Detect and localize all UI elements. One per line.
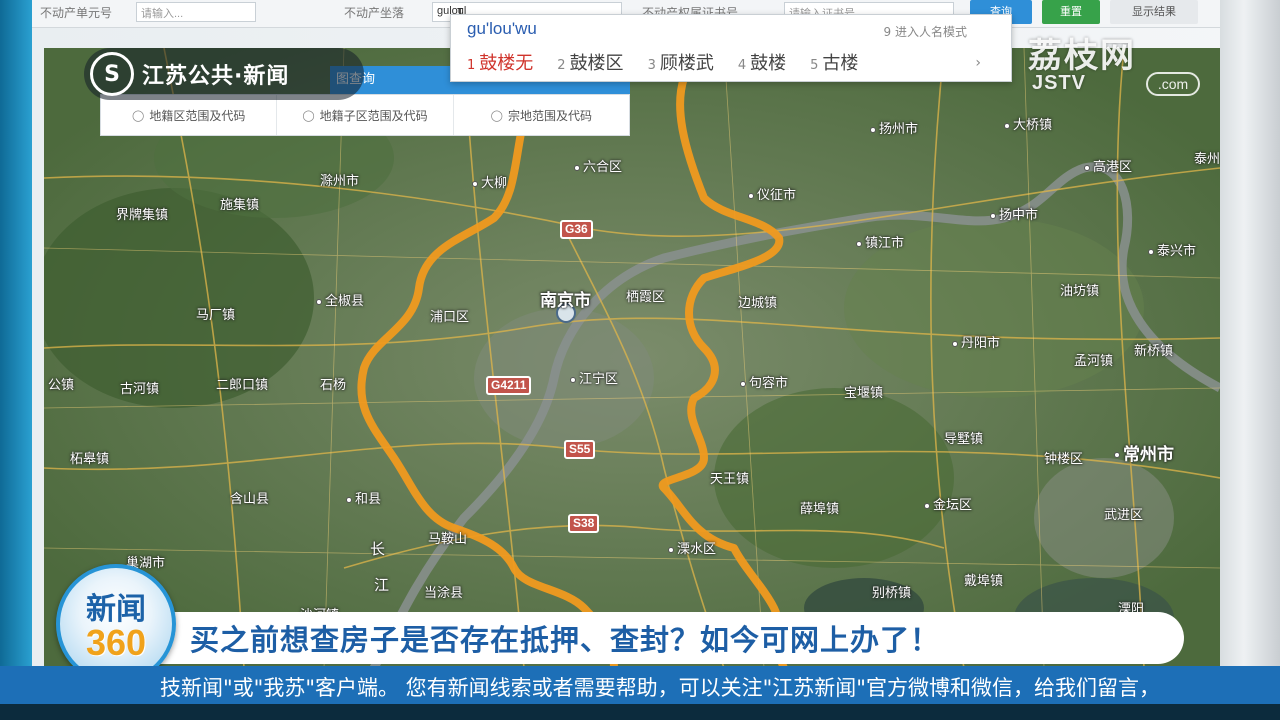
map-label: 宝堰镇 <box>844 386 884 401</box>
map-label: 含山县 <box>230 492 270 507</box>
map-label: 句容市 <box>740 372 788 391</box>
map-label: 泰兴市 <box>1148 240 1196 259</box>
map-label: 六合区 <box>574 156 622 175</box>
map-label: 和县 <box>346 488 381 507</box>
channel-logo: S 江苏公共·新闻 <box>84 48 364 100</box>
ime-pinyin: gu'lou'wu <box>467 19 537 38</box>
highway-shield: G4211 <box>486 376 532 395</box>
map-label: 滁州市 <box>320 174 360 189</box>
news-ticker: 技新闻"或"我苏"客户端。 您有新闻线索或者需要帮助，可以关注"江苏新闻"官方微… <box>0 666 1280 704</box>
chevron-right-icon[interactable]: › <box>975 55 981 71</box>
map-label: 全椒县 <box>316 290 364 309</box>
map-label: 扬州市 <box>870 118 918 137</box>
river-label: 长 <box>370 540 386 558</box>
map-label: 柘皋镇 <box>70 452 110 467</box>
ime-hint: 9 进入人名模式 <box>883 25 967 39</box>
ime-candidate[interactable]: 4 鼓楼 <box>738 49 786 75</box>
map-label: 扬中市 <box>990 204 1038 223</box>
map-query-bar: ◯ 地籍区范围及代码 ◯ 地籍子区范围及代码 ◯ 宗地范围及代码 <box>100 94 630 136</box>
pin-icon: ◯ <box>302 108 315 122</box>
pin-icon: ◯ <box>132 108 145 122</box>
map-label: 镇江市 <box>856 232 904 251</box>
map-label: 天王镇 <box>710 472 750 487</box>
unit-number-label: 不动产单元号 <box>40 6 113 20</box>
map-label: 别桥镇 <box>872 586 912 601</box>
channel-logo-text: 江苏公共·新闻 <box>142 64 290 89</box>
query-cadastral-area[interactable]: ◯ 地籍区范围及代码 <box>101 95 278 135</box>
location-label: 不动产坐落 <box>344 6 405 20</box>
map-label: 界牌集镇 <box>116 208 169 223</box>
map-label: 泰州 <box>1194 152 1220 167</box>
highway-shield: G36 <box>560 220 593 239</box>
satellite-map[interactable]: 滁州市 大柳 六合区 仪征市 扬州市 大桥镇 高港区 泰州 扬中市 镇江市 泰兴… <box>44 48 1220 668</box>
watermark-en: JSTV <box>1032 72 1087 94</box>
map-label: 武进区 <box>1104 508 1144 523</box>
monitor-left-bezel <box>0 0 32 720</box>
map-label: 钟楼区 <box>1044 452 1084 467</box>
map-label: 浦口区 <box>430 310 470 325</box>
ime-candidate-popup: gu'lou'wu 9 进入人名模式 1 鼓楼无 2 鼓楼区 3 顾楼武 4 鼓楼 5古… <box>450 14 1012 82</box>
channel-logo-icon: S <box>90 52 134 96</box>
news-headline: 买之前想查房子是否存在抵押、查封？如今可网上办了！ <box>190 623 941 657</box>
pin-icon: ◯ <box>490 108 503 122</box>
bottom-strip <box>0 704 1280 720</box>
map-label: 油坊镇 <box>1060 284 1100 299</box>
map-label: 古河镇 <box>120 382 160 397</box>
ime-candidate[interactable]: 2 鼓楼区 <box>557 49 623 75</box>
highway-shield: S55 <box>564 440 596 459</box>
watermark-cn: 荔枝网 <box>1028 36 1136 76</box>
reset-button[interactable]: 重置 <box>1042 0 1100 24</box>
watermark-pill: .com <box>1146 72 1200 96</box>
map-label: 孟河镇 <box>1074 354 1114 369</box>
map-label: 薛埠镇 <box>800 502 840 517</box>
map-label: 溧水区 <box>668 538 716 557</box>
map-label: 当涂县 <box>424 586 464 601</box>
map-label: 栖霞区 <box>626 290 666 305</box>
query-cadastral-subarea[interactable]: ◯ 地籍子区范围及代码 <box>277 95 454 135</box>
query-parcel[interactable]: ◯ 宗地范围及代码 <box>454 95 629 135</box>
river-label: 江 <box>374 576 390 594</box>
map-label: 常州市 <box>1114 440 1174 465</box>
map-label: 施集镇 <box>220 198 260 213</box>
map-label: 大桥镇 <box>1004 114 1052 133</box>
display-results-button[interactable]: 显示结果 <box>1110 0 1198 24</box>
map-label: 金坛区 <box>924 494 972 513</box>
map-label: 导墅镇 <box>944 432 984 447</box>
map-label: 大柳 <box>472 172 507 191</box>
ime-candidate[interactable]: 3 顾楼武 <box>648 49 714 75</box>
map-label: 公镇 <box>48 378 75 393</box>
map-label: 丹阳市 <box>952 332 1000 351</box>
city-label-nanjing: 南京市 <box>540 291 591 311</box>
map-label: 仪征市 <box>748 184 796 203</box>
highway-shield: S38 <box>568 514 600 533</box>
map-label: 二郎口镇 <box>216 378 269 393</box>
map-label: 马鞍山 <box>428 532 468 547</box>
map-label: 江宁区 <box>570 368 618 387</box>
map-drawing <box>44 48 1220 668</box>
map-label: 边城镇 <box>738 296 778 311</box>
broadcast-frame: 不动产单元号 请输入... 不动产坐落 guloul 不动产权属证书号 请输入证… <box>0 0 1280 720</box>
map-label: 戴埠镇 <box>964 574 1004 589</box>
map-label: 高港区 <box>1084 156 1132 175</box>
ticker-text: 技新闻"或"我苏"客户端。 您有新闻线索或者需要帮助，可以关注"江苏新闻"官方微… <box>160 676 1160 700</box>
map-label: 马厂镇 <box>196 308 236 323</box>
ime-candidate[interactable]: 5 古楼 <box>810 49 858 75</box>
unit-number-field[interactable]: 请输入... <box>136 2 256 22</box>
map-label: 石杨 <box>320 378 347 393</box>
program-logo-bottom: 360 <box>85 622 147 663</box>
monitor-right-bezel <box>1220 0 1280 720</box>
corner-watermark-logo: 荔枝网 JSTV .com <box>1018 28 1202 106</box>
ime-candidate[interactable]: 1 鼓楼无 <box>467 49 533 75</box>
news-headline-bar: 买之前想查房子是否存在抵押、查封？如今可网上办了！ <box>160 612 1184 664</box>
map-label: 新桥镇 <box>1134 344 1174 359</box>
